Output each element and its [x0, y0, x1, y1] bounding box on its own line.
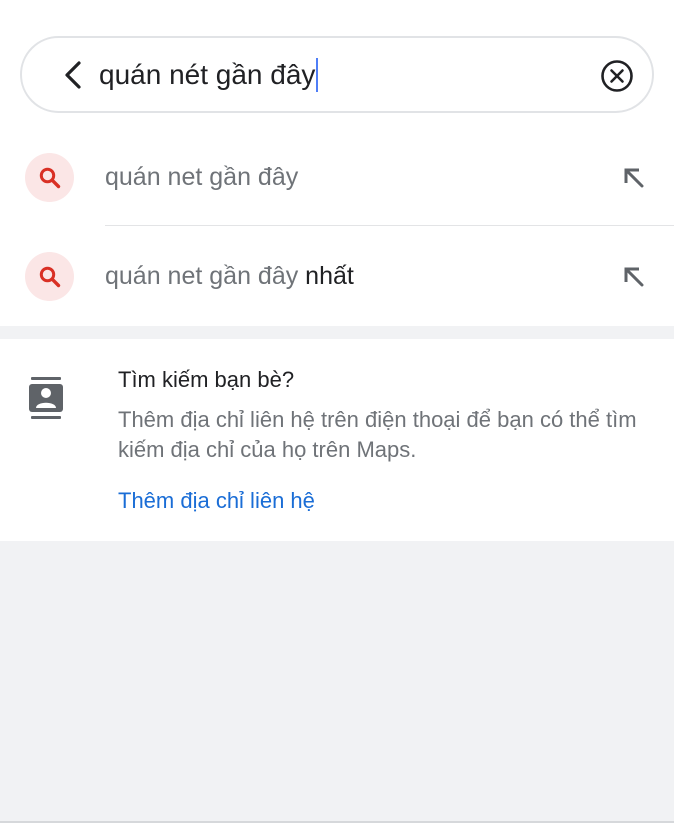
arrow-up-left-icon	[624, 267, 644, 287]
contact-book-icon	[29, 377, 63, 419]
back-button[interactable]	[58, 60, 88, 90]
search-input[interactable]: quán nét gần đây	[99, 56, 319, 94]
chevron-left-icon	[65, 61, 81, 89]
fill-query-button[interactable]	[618, 261, 650, 293]
suggestion-search-badge	[25, 153, 74, 202]
search-bar[interactable]: quán nét gần đây	[20, 36, 654, 113]
suggestion-text: quán net gần đây	[105, 163, 299, 191]
suggestion-label: quán net gần đây nhất	[105, 261, 354, 291]
suggestion-item[interactable]: quán net gần đây nhất	[0, 227, 674, 325]
text-caret	[316, 57, 319, 92]
arrow-up-left-icon	[624, 168, 644, 188]
suggestion-divider	[105, 225, 674, 226]
suggestion-item[interactable]: quán net gần đây	[0, 128, 674, 226]
search-panel: quán nét gần đây quán net gần đây quán n…	[0, 0, 674, 326]
fill-query-button[interactable]	[618, 162, 650, 194]
search-query-text: quán nét gần đây	[99, 59, 316, 90]
add-contacts-link[interactable]: Thêm địa chỉ liên hệ	[118, 486, 315, 516]
find-friends-card: Tìm kiếm bạn bè? Thêm địa chỉ liên hệ tr…	[0, 339, 674, 541]
card-description: Thêm địa chỉ liên hệ trên điện thoại để …	[118, 407, 637, 462]
suggestion-bold-suffix: nhất	[305, 262, 354, 290]
clear-circle-icon	[601, 60, 633, 92]
clear-search-button[interactable]	[600, 59, 634, 93]
suggestion-search-badge	[25, 252, 74, 301]
search-icon	[39, 167, 60, 188]
suggestion-text: quán net gần đây	[105, 262, 306, 290]
card-title: Tìm kiếm bạn bè?	[118, 367, 295, 392]
search-icon	[39, 266, 60, 287]
suggestion-label: quán net gần đây	[105, 162, 298, 192]
